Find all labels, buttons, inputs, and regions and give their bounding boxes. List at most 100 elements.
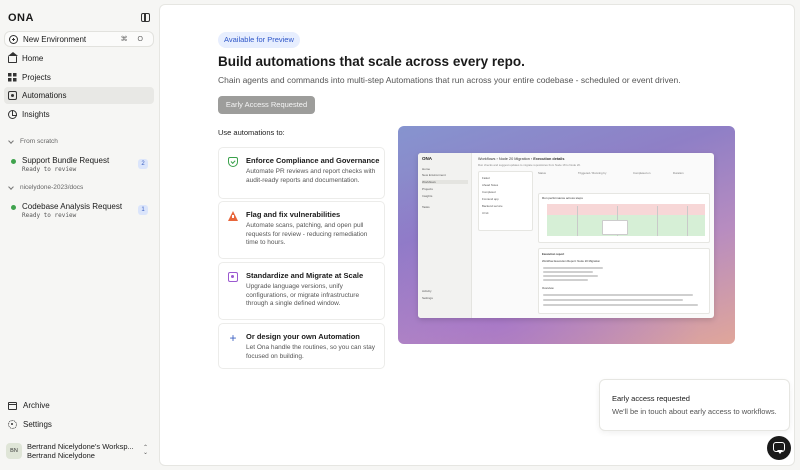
use-case-card[interactable]: Flag and fix vulnerabilities Automate sc… — [218, 201, 385, 259]
preview-nav-item: Projects — [422, 187, 433, 191]
preview-run: Ahead Notes — [482, 183, 499, 187]
preview-crumb: Execution details — [533, 157, 565, 161]
preview-report-line — [543, 271, 593, 273]
card-description: Automate PR reviews and report checks wi… — [246, 168, 376, 184]
card-title: Enforce Compliance and Governance — [246, 156, 380, 165]
environment-title: Support Bundle Request — [22, 156, 110, 165]
sidebar-collapse-icon[interactable] — [141, 13, 150, 22]
chat-button[interactable] — [767, 436, 791, 460]
group-heading: nicelydone-2023/docs — [20, 184, 84, 191]
new-environment-button[interactable]: New Environment ⌘ O — [4, 31, 154, 47]
page-title: Build automations that scale across ever… — [218, 54, 525, 69]
page-subtitle: Chain agents and commands into multi-ste… — [218, 75, 681, 85]
preview-stats: Status Triggered / Running by Completed … — [538, 171, 710, 189]
ona-logo[interactable]: ONA — [8, 12, 34, 24]
use-case-card[interactable]: Enforce Compliance and Governance Automa… — [218, 147, 385, 199]
preview-chart-bar — [577, 206, 578, 236]
preview-run-list: Failed Ahead Notes Completed Frontend ap… — [478, 171, 533, 231]
preview-stat: Completed on — [633, 171, 651, 175]
sidebar: ONA New Environment ⌘ O Home Projects Au… — [0, 0, 159, 470]
preview-crumb: Node 20 Migration — [498, 157, 530, 161]
preview-badge: Available for Preview — [218, 32, 300, 48]
chevron-updown-icon: ⌃ ⌄ — [143, 445, 149, 456]
preview-nav-item: Tasks — [422, 205, 430, 209]
archive-label: Archive — [23, 401, 50, 410]
preview-run: Completed — [482, 190, 496, 194]
archive-link[interactable]: Archive — [8, 401, 50, 410]
card-title: Or design your own Automation — [246, 332, 360, 341]
preview-nav-item: Home — [422, 167, 431, 171]
environment-status: Ready to review — [22, 166, 77, 173]
environment-item[interactable]: Support Bundle Request Ready to review 2 — [8, 156, 152, 176]
avatar: BN — [6, 443, 22, 459]
preview-report: Execution report Workflow Execution Repo… — [538, 248, 710, 314]
chat-bubble-icon — [773, 442, 785, 454]
early-access-button[interactable]: Early Access Requested — [218, 96, 315, 114]
environment-title: Codebase Analysis Request — [22, 202, 123, 211]
sidebar-item-insights[interactable]: Insights — [4, 106, 154, 123]
shield-icon — [228, 157, 238, 167]
preview-breadcrumb: Workflows › Node 20 Migration › Executio… — [478, 157, 565, 161]
gear-icon — [8, 420, 17, 429]
preview-report-line — [543, 275, 598, 277]
sidebar-item-label: Projects — [22, 73, 51, 82]
preview-nav-item: Workflows — [422, 180, 468, 184]
use-cases-label: Use automations to: — [218, 128, 285, 137]
account-switcher[interactable]: BN Bertrand Nicelydone's Worksp... Bertr… — [6, 440, 154, 462]
use-case-card[interactable]: + Or design your own Automation Let Ona … — [218, 323, 385, 369]
status-running-dot — [11, 205, 16, 210]
preview-chart: Run performance across steps — [538, 193, 710, 243]
preview-sidebar: ONA Home New Environment Workflows Proje… — [418, 153, 472, 318]
product-preview-image: ONA Home New Environment Workflows Proje… — [398, 126, 735, 344]
preview-run: Backend service — [482, 204, 503, 208]
status-running-dot — [11, 159, 16, 164]
sidebar-item-automations[interactable]: Automations — [4, 87, 154, 104]
sidebar-item-label: Home — [22, 54, 44, 63]
plus-icon: + — [229, 331, 237, 345]
preview-crumb: Workflows — [478, 157, 496, 161]
card-description: Automate scans, patching, and open pull … — [246, 222, 368, 246]
preview-nav-item: Settings — [422, 296, 433, 300]
preview-chart-tooltip — [602, 220, 628, 235]
use-case-card[interactable]: Standardize and Migrate at Scale Upgrade… — [218, 262, 385, 320]
preview-screen: ONA Home New Environment Workflows Proje… — [418, 153, 714, 318]
card-description: Upgrade language versions, unify configu… — [246, 283, 360, 307]
new-environment-label: New Environment — [23, 34, 87, 44]
preview-main: Workflows › Node 20 Migration › Executio… — [474, 153, 714, 318]
plus-circle-icon — [9, 34, 18, 44]
environment-item[interactable]: Codebase Analysis Request Ready to revie… — [8, 202, 152, 222]
chevron-down-icon — [8, 137, 14, 144]
preview-hint: Run checks and suggest updates to migrat… — [478, 163, 581, 167]
sidebar-item-label: Automations — [22, 91, 67, 100]
preview-report-line — [543, 267, 603, 269]
preview-report-title: Execution report — [542, 252, 565, 256]
preview-run: UI kit — [482, 211, 489, 215]
group-heading: From scratch — [20, 138, 58, 145]
chevron-down-icon — [8, 183, 14, 190]
preview-stat: Duration — [673, 171, 684, 175]
preview-report-line — [543, 304, 698, 306]
archive-icon — [8, 401, 17, 410]
workspace-name: Bertrand Nicelydone's Worksp... — [27, 442, 134, 451]
preview-stat: Triggered / Running by — [578, 171, 607, 175]
grid-icon — [8, 73, 17, 82]
warning-icon — [228, 211, 238, 221]
preview-run: Failed — [482, 176, 490, 180]
preview-stat: Status — [538, 171, 546, 175]
insights-icon — [8, 110, 17, 119]
toast-title: Early access requested — [612, 394, 690, 403]
sidebar-item-projects[interactable]: Projects — [4, 69, 154, 86]
preview-nav-item: Activity — [422, 289, 432, 293]
sidebar-item-home[interactable]: Home — [4, 50, 154, 67]
user-name: Bertrand Nicelydone — [27, 451, 95, 460]
settings-label: Settings — [23, 420, 52, 429]
preview-report-heading: Workflow Execution Report: Node 20 Migra… — [542, 259, 601, 263]
group-toggle-docs[interactable]: nicelydone-2023/docs — [8, 183, 84, 191]
environment-status: Ready to review — [22, 212, 77, 219]
preview-nav-item: Insights — [422, 194, 433, 198]
settings-link[interactable]: Settings — [8, 420, 52, 429]
preview-chart-area — [547, 204, 705, 236]
count-badge: 2 — [138, 159, 148, 169]
automations-icon — [8, 91, 17, 100]
group-toggle-from-scratch[interactable]: From scratch — [8, 137, 58, 145]
